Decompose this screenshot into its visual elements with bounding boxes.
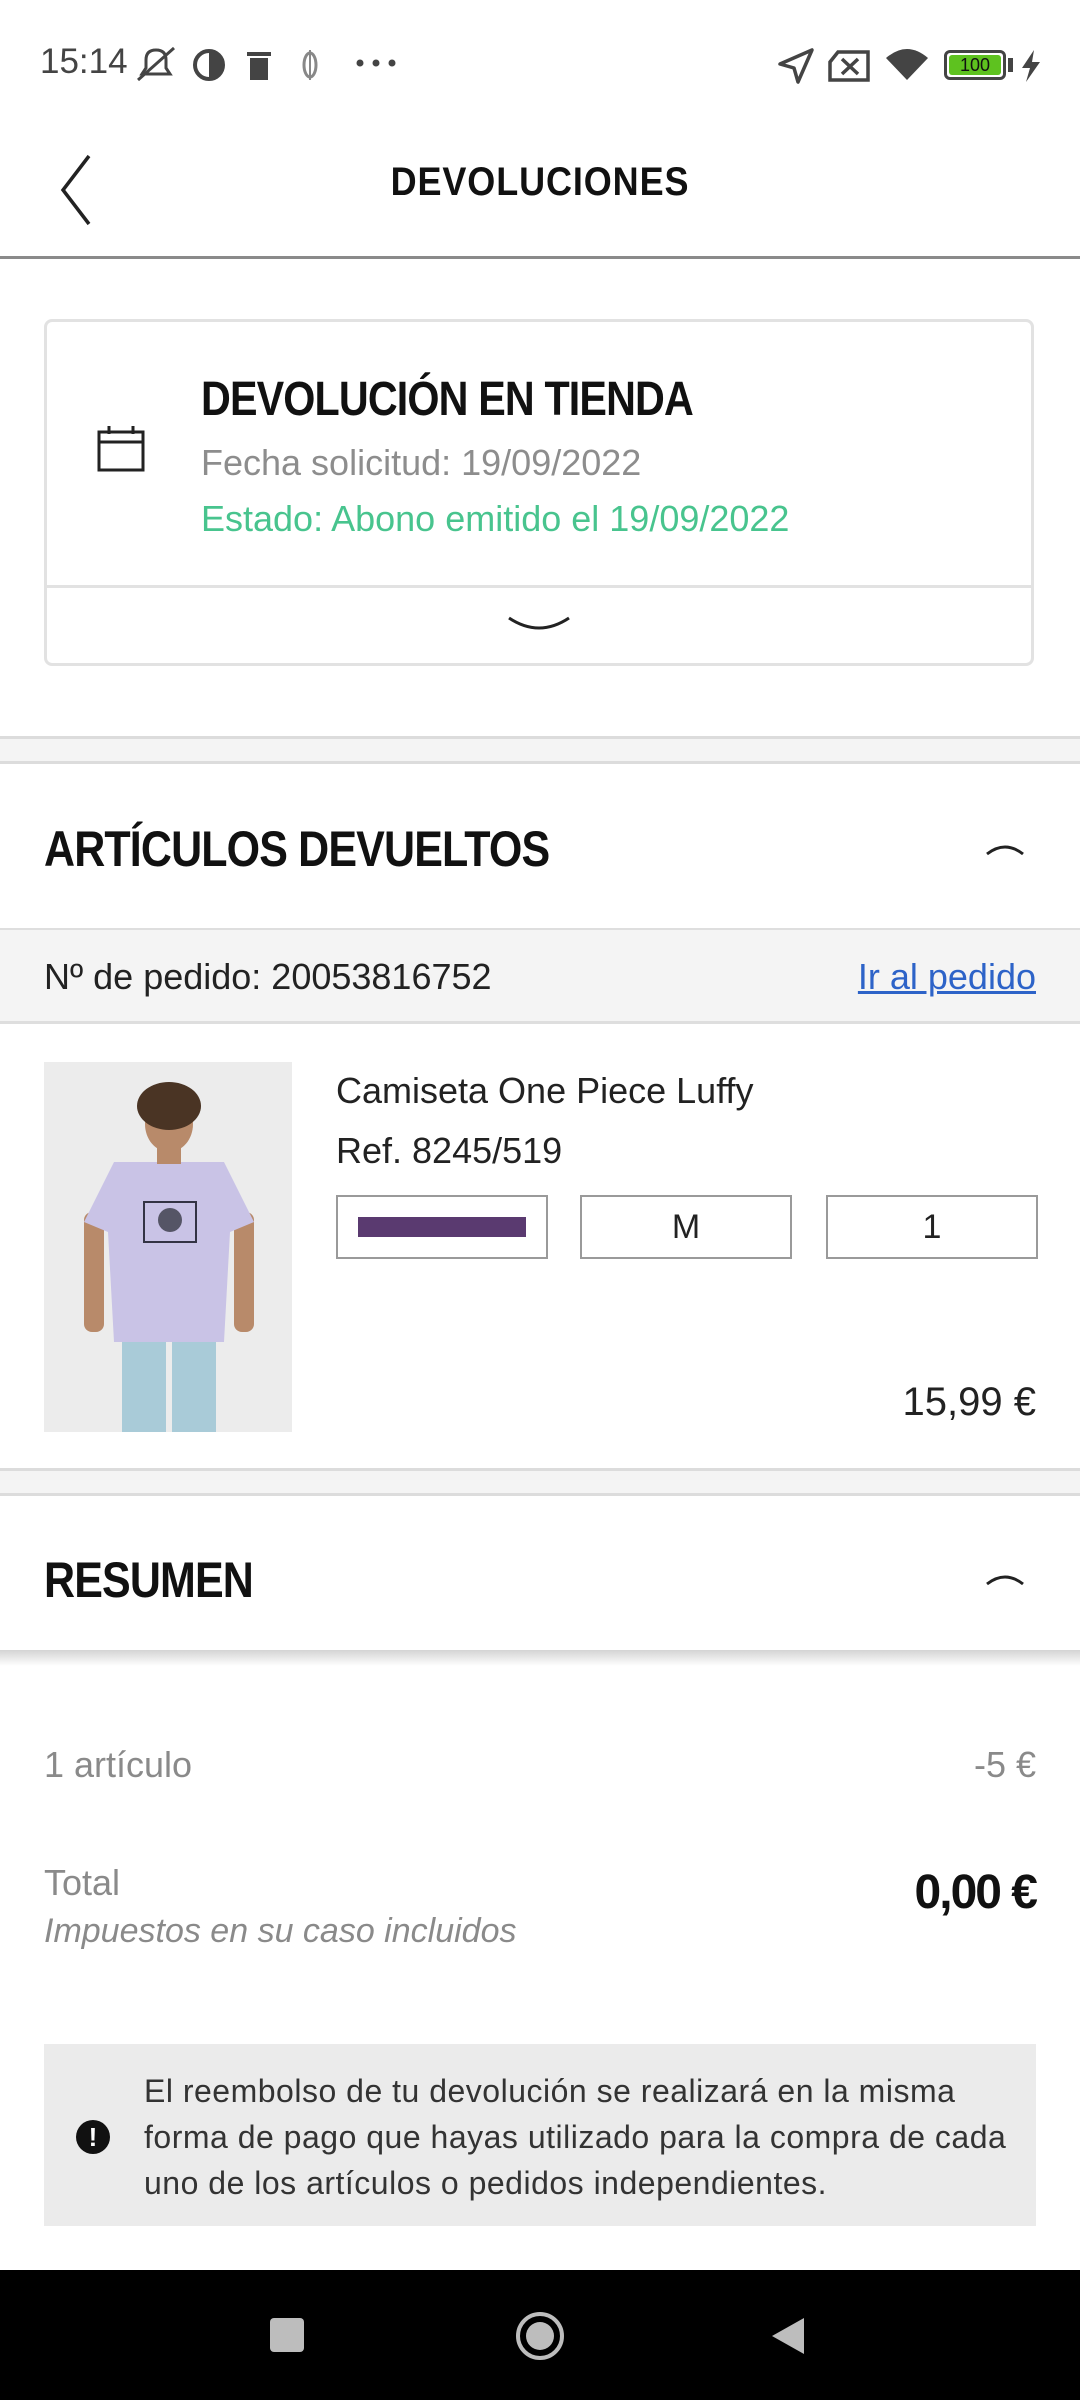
home-button[interactable] <box>514 2310 566 2362</box>
section-separator <box>0 736 1080 764</box>
chevron-down-icon[interactable] <box>507 612 571 642</box>
recent-apps-button[interactable] <box>270 2318 304 2352</box>
muted-bell-icon <box>137 46 175 82</box>
system-nav-bar <box>0 2270 1080 2400</box>
color-swatch <box>358 1217 526 1237</box>
status-time: 15:14 <box>40 42 128 81</box>
section-separator <box>0 1468 1080 1496</box>
trash-icon <box>247 52 271 80</box>
chevron-up-icon[interactable] <box>985 838 1025 858</box>
return-card: DEVOLUCIÓN EN TIENDA Fecha solicitud: 19… <box>44 319 1034 666</box>
chevron-up-icon[interactable] <box>985 1568 1025 1588</box>
top-app-bar: DEVOLUCIONES <box>0 130 1080 259</box>
items-value: -5 € <box>973 1744 1036 1785</box>
wifi-icon <box>886 49 928 80</box>
refund-info-text: El reembolso de tu devolución se realiza… <box>144 2073 1007 2201</box>
sim-x-icon <box>828 50 870 82</box>
vpn-key-icon <box>302 50 318 80</box>
alert-icon: ! <box>76 2120 110 2154</box>
calendar-icon <box>97 426 145 472</box>
page-title: DEVOLUCIONES <box>390 160 690 204</box>
card-divider <box>47 585 1031 588</box>
summary-title: RESUMEN <box>44 1552 254 1608</box>
more-dots-icon <box>356 59 396 67</box>
total-label: Total <box>44 1862 121 1903</box>
summary-shadow <box>0 1650 1080 1666</box>
back-button[interactable] <box>770 2316 806 2356</box>
return-type-title: DEVOLUCIÓN EN TIENDA <box>201 373 694 426</box>
items-count-label: 1 artículo <box>44 1744 193 1785</box>
location-arrow-icon <box>778 48 814 84</box>
tax-note: Impuestos en su caso incluidos <box>44 1912 517 1950</box>
order-number: Nº de pedido: 20053816752 <box>44 956 492 997</box>
battery-level: 100 <box>949 55 1001 75</box>
returned-items-title: ARTÍCULOS DEVUELTOS <box>44 821 550 877</box>
product-image[interactable] <box>44 1062 292 1432</box>
go-to-order-link[interactable]: Ir al pedido <box>858 956 1036 998</box>
return-status: Estado: Abono emitido el 19/09/2022 <box>201 498 790 539</box>
quantity-box: 1 <box>826 1195 1038 1259</box>
size-box: M <box>580 1195 792 1259</box>
refund-info-box: ! El reembolso de tu devolución se reali… <box>44 2044 1036 2226</box>
color-box <box>336 1195 548 1259</box>
battery-icon: 100 <box>944 50 1006 80</box>
total-value: 0,00 € <box>914 1866 1038 1919</box>
contrast-icon <box>193 49 225 81</box>
product-name: Camiseta One Piece Luffy <box>336 1070 754 1111</box>
order-bar: Nº de pedido: 20053816752 Ir al pedido <box>0 928 1080 1024</box>
product-price: 15,99 € <box>902 1380 1036 1424</box>
request-date: Fecha solicitud: 19/09/2022 <box>201 442 642 483</box>
product-reference: Ref. 8245/519 <box>336 1130 563 1171</box>
charging-bolt-icon <box>1022 50 1040 82</box>
status-bar: 15:14 100 <box>0 0 1080 130</box>
